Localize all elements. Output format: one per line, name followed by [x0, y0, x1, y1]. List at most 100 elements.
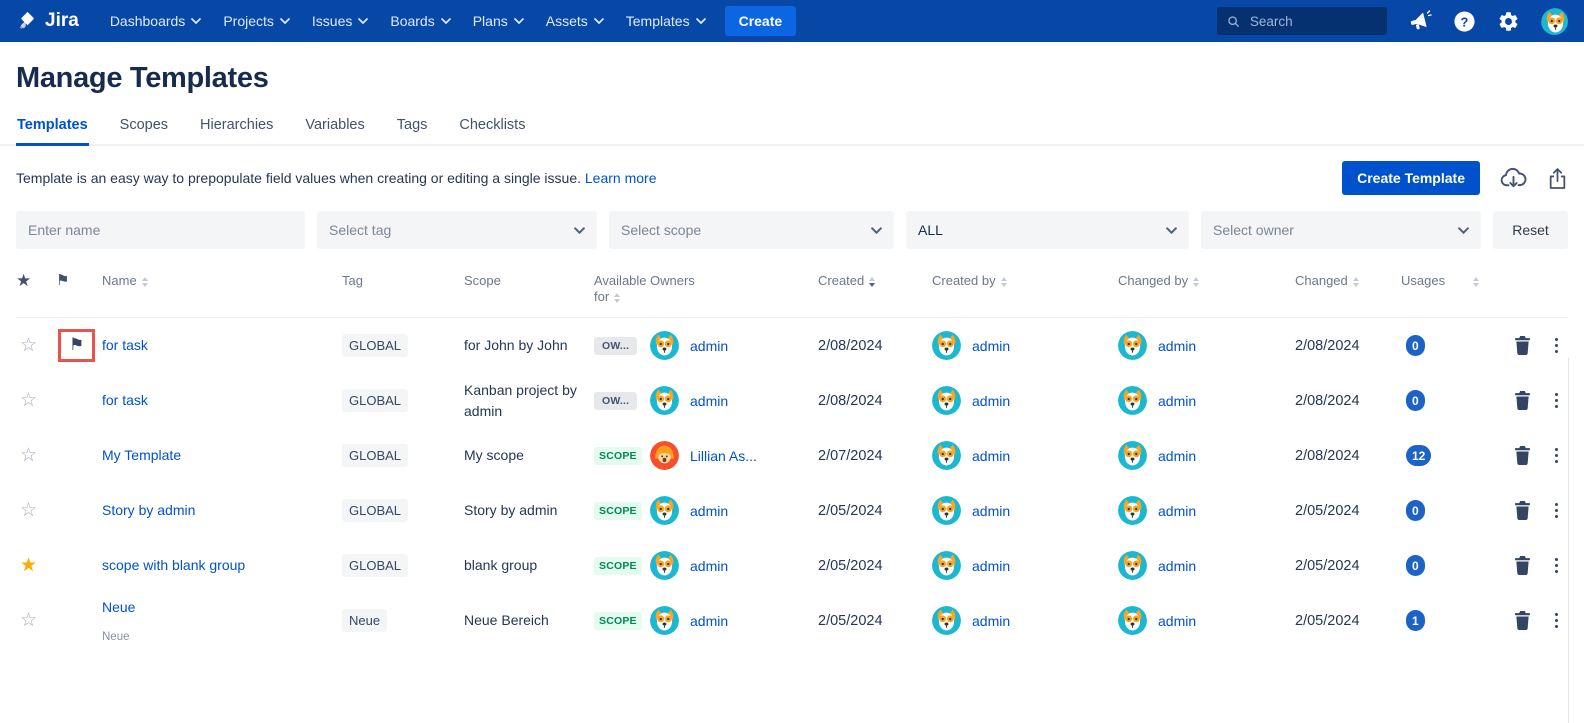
scope-filter-select[interactable]: Select scope: [609, 211, 894, 249]
header-name[interactable]: Name: [102, 273, 342, 289]
owner-filter-select[interactable]: Select owner: [1201, 211, 1481, 249]
template-name-link[interactable]: Story by admin: [102, 502, 195, 518]
name-filter-input[interactable]: [16, 211, 305, 249]
header-label: Name: [102, 273, 137, 288]
dog-avatar: [650, 606, 679, 635]
available-for-filter-select[interactable]: ALL: [906, 211, 1189, 249]
owner-link[interactable]: admin: [690, 338, 728, 354]
header-owners[interactable]: Owners: [650, 273, 818, 289]
favorite-star-icon[interactable]: ☆: [20, 335, 37, 356]
more-actions-button[interactable]: [1555, 445, 1559, 466]
template-name-link[interactable]: My Template: [102, 447, 181, 463]
changed-by-link[interactable]: admin: [1158, 338, 1196, 354]
delete-button[interactable]: [1514, 446, 1531, 465]
flag-cell: ⚑: [56, 446, 102, 465]
export-button[interactable]: [1547, 166, 1568, 190]
header-label: Scope: [464, 273, 501, 288]
delete-button[interactable]: [1514, 501, 1531, 520]
nav-item-dashboards[interactable]: Dashboards: [99, 7, 213, 35]
user-avatar[interactable]: [1541, 8, 1568, 35]
create-template-button[interactable]: Create Template: [1342, 161, 1480, 195]
flag-icon[interactable]: ⚑: [69, 336, 84, 353]
dog-avatar: [932, 441, 961, 470]
changed-by-link[interactable]: admin: [1158, 393, 1196, 409]
more-actions-button[interactable]: [1555, 555, 1559, 576]
import-button[interactable]: [1500, 167, 1527, 190]
favorite-star-icon[interactable]: ☆: [20, 500, 37, 521]
template-name-link[interactable]: for task: [102, 392, 148, 408]
search-input[interactable]: [1248, 13, 1377, 30]
delete-button[interactable]: [1514, 336, 1531, 355]
header-scope[interactable]: Scope: [464, 273, 594, 289]
favorite-star-icon[interactable]: ☆: [20, 390, 37, 411]
scope-cell: Story by admin: [464, 500, 594, 520]
delete-button[interactable]: [1514, 556, 1531, 575]
owner-link[interactable]: admin: [690, 393, 728, 409]
header-changed-by[interactable]: Changed by: [1118, 273, 1295, 289]
created-by-link[interactable]: admin: [972, 613, 1010, 629]
created-by-link[interactable]: admin: [972, 503, 1010, 519]
changed-by-link[interactable]: admin: [1158, 503, 1196, 519]
trash-icon: [1514, 501, 1531, 520]
header-created-by[interactable]: Created by: [932, 273, 1118, 289]
favorite-cell: ☆: [16, 609, 56, 632]
changed-by-link[interactable]: admin: [1158, 448, 1196, 464]
nav-item-plans[interactable]: Plans: [462, 7, 535, 35]
tab-scopes[interactable]: Scopes: [119, 117, 169, 146]
favorite-star-icon[interactable]: ☆: [20, 445, 37, 466]
header-usages[interactable]: Usages: [1401, 273, 1487, 289]
reset-filters-button[interactable]: Reset: [1493, 211, 1568, 249]
changed-by-link[interactable]: admin: [1158, 613, 1196, 629]
tab-hierarchies[interactable]: Hierarchies: [199, 117, 274, 146]
created-by-link[interactable]: admin: [972, 393, 1010, 409]
learn-more-link[interactable]: Learn more: [585, 170, 657, 186]
dog-avatar: [1541, 8, 1568, 35]
jira-logo[interactable]: Jira: [16, 10, 79, 32]
favorite-star-icon[interactable]: ☆: [20, 610, 37, 631]
header-flag[interactable]: ⚑: [56, 273, 102, 289]
delete-button[interactable]: [1514, 391, 1531, 410]
owner-link[interactable]: admin: [690, 503, 728, 519]
more-actions-button[interactable]: [1555, 390, 1559, 411]
settings-button[interactable]: [1497, 10, 1520, 33]
template-name-link[interactable]: for task: [102, 337, 148, 353]
nav-search-box[interactable]: [1217, 7, 1387, 35]
nav-item-issues[interactable]: Issues: [301, 7, 379, 35]
created-by-link[interactable]: admin: [972, 448, 1010, 464]
tab-tags[interactable]: Tags: [396, 117, 429, 146]
created-by-link[interactable]: admin: [972, 338, 1010, 354]
dog-avatar: [650, 551, 679, 580]
nav-create-button[interactable]: Create: [725, 6, 797, 36]
more-actions-button[interactable]: [1555, 500, 1559, 521]
tab-checklists[interactable]: Checklists: [458, 117, 526, 146]
template-name-link[interactable]: Neue: [102, 599, 135, 615]
header-favorite[interactable]: ★: [16, 273, 56, 290]
owner-link[interactable]: admin: [690, 613, 728, 629]
header-available-for[interactable]: Available for: [594, 273, 650, 305]
tab-templates[interactable]: Templates: [16, 117, 89, 146]
usages-cell: 0: [1401, 500, 1487, 521]
delete-button[interactable]: [1514, 611, 1531, 630]
header-tag[interactable]: Tag: [342, 273, 464, 289]
announcements-button[interactable]: [1408, 10, 1432, 32]
help-button[interactable]: ?: [1453, 10, 1476, 33]
more-actions-button[interactable]: [1555, 610, 1559, 631]
header-changed[interactable]: Changed: [1295, 273, 1401, 289]
owner-link[interactable]: Lillian As...: [690, 448, 757, 464]
nav-item-templates[interactable]: Templates: [615, 7, 717, 35]
nav-item-assets[interactable]: Assets: [535, 7, 615, 35]
favorite-star-icon[interactable]: ★: [20, 555, 37, 576]
created-by-link[interactable]: admin: [972, 558, 1010, 574]
changed-by-avatar: [1118, 551, 1147, 580]
nav-item-projects[interactable]: Projects: [212, 7, 301, 35]
chevron-down-icon: [441, 18, 451, 24]
owner-avatar: [650, 441, 679, 470]
owner-link[interactable]: admin: [690, 558, 728, 574]
tag-filter-select[interactable]: Select tag: [317, 211, 597, 249]
nav-item-boards[interactable]: Boards: [379, 7, 461, 35]
tab-variables[interactable]: Variables: [304, 117, 365, 146]
changed-by-link[interactable]: admin: [1158, 558, 1196, 574]
header-created[interactable]: Created: [818, 273, 932, 289]
template-name-link[interactable]: scope with blank group: [102, 557, 245, 573]
more-actions-button[interactable]: [1555, 335, 1559, 356]
